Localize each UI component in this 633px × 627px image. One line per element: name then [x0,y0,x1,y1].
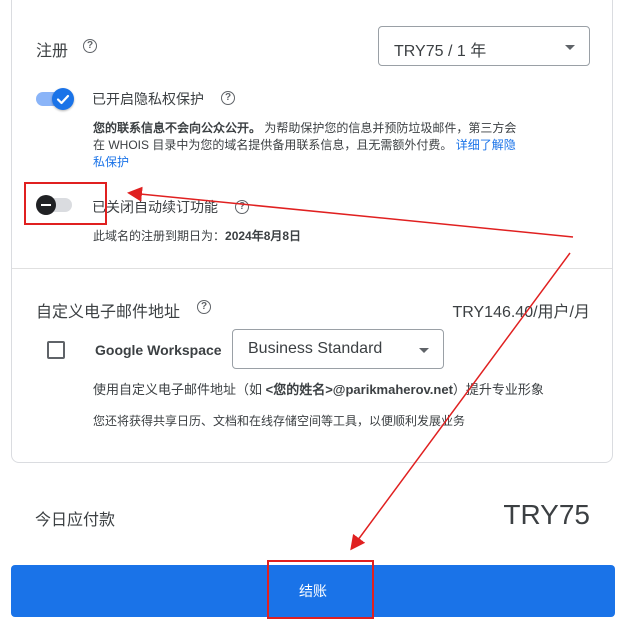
annotation-arrows [127,186,574,551]
annotation-arrow-to-toggle [127,186,574,238]
annotation-arrow-to-checkout [350,252,571,551]
